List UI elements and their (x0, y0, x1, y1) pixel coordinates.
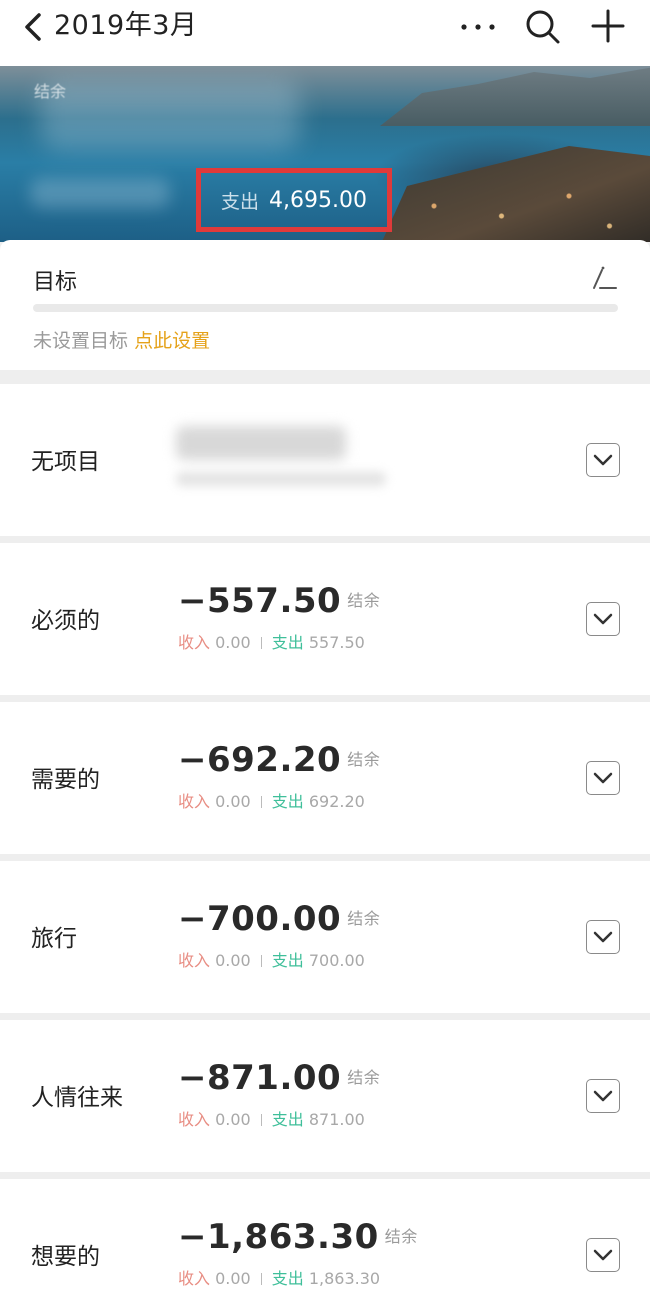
expand-button[interactable] (586, 443, 620, 477)
project-amount: −871.00 结余 (178, 1058, 381, 1098)
divider (260, 1114, 262, 1126)
expense-label: 支出 (271, 1110, 304, 1129)
search-icon (526, 10, 560, 44)
banner-mountain-decoration (380, 66, 650, 126)
top-bar: 2019年3月 (0, 0, 650, 66)
add-button[interactable] (590, 8, 626, 44)
project-row[interactable]: 旅行 −700.00 结余 收入 0.00 支出 700.00 (0, 861, 650, 1013)
project-name: 想要的 (31, 1244, 100, 1270)
expense-value: 871.00 (308, 1110, 365, 1129)
divider (260, 955, 262, 967)
expense-value: 1,863.30 (308, 1269, 381, 1288)
chevron-down-icon (593, 454, 613, 466)
project-name: 无项目 (31, 449, 100, 475)
expense-label: 支出 (271, 1269, 304, 1288)
expand-button[interactable] (586, 761, 620, 795)
balance-label: 结余 (347, 750, 381, 769)
expense-value: 700.00 (308, 951, 365, 970)
project-subtotals: 收入 0.00 支出 1,863.30 (178, 1265, 380, 1289)
expand-button[interactable] (586, 920, 620, 954)
income-label: 收入 (178, 1110, 211, 1129)
page-title: 2019年3月 (54, 10, 198, 41)
project-row[interactable]: 必须的 −557.50 结余 收入 0.00 支出 557.50 (0, 543, 650, 695)
expense-label: 支出 (271, 792, 304, 811)
project-name: 人情往来 (31, 1085, 123, 1111)
income-value: 0.00 (215, 951, 251, 970)
expense-summary-label: 支出 (221, 190, 260, 213)
income-label: 收入 (178, 951, 211, 970)
search-button[interactable] (524, 8, 562, 46)
income-value: 0.00 (215, 1269, 251, 1288)
income-label: 收入 (178, 792, 211, 811)
project-name: 必须的 (31, 608, 100, 634)
expense-summary-value: 4,695.00 (269, 187, 367, 213)
income-label: 收入 (178, 633, 211, 652)
back-button[interactable] (18, 10, 48, 44)
balance-label: 结余 (34, 82, 67, 101)
divider (260, 1273, 262, 1285)
project-subtotals: 收入 0.00 支出 871.00 (178, 1106, 365, 1130)
project-amount: −700.00 结余 (178, 899, 381, 939)
income-value: 0.00 (215, 792, 251, 811)
chevron-left-icon (25, 13, 41, 41)
goal-progress-bar (33, 304, 618, 312)
expand-button[interactable] (586, 1238, 620, 1272)
project-row[interactable]: 人情往来 −871.00 结余 收入 0.00 支出 871.00 (0, 1020, 650, 1172)
expense-summary-highlight: 支出 4,695.00 (196, 168, 392, 232)
project-amount: −557.50 结余 (178, 581, 381, 621)
divider (260, 796, 262, 808)
project-row[interactable]: 需要的 −692.20 结余 收入 0.00 支出 692.20 (0, 702, 650, 854)
summary-banner: 结余 支出 4,695.00 (0, 66, 650, 242)
goal-hint: 未设置目标 点此设置 (33, 326, 210, 353)
chevron-down-icon (593, 931, 613, 943)
chevron-down-icon (593, 1090, 613, 1102)
project-name: 需要的 (31, 767, 100, 793)
project-subtotals: 收入 0.00 支出 557.50 (178, 629, 365, 653)
project-row[interactable]: 想要的 −1,863.30 结余 收入 0.00 支出 1,863.30 (0, 1179, 650, 1301)
income-label: 收入 (178, 1269, 211, 1288)
plus-icon (591, 9, 625, 43)
goal-hint-text: 未设置目标 (33, 330, 129, 352)
project-amount: −692.20 结余 (178, 740, 381, 780)
expand-button[interactable] (586, 602, 620, 636)
goal-title: 目标 (33, 270, 78, 295)
obscured-amount (176, 426, 346, 460)
project-subtotals: 收入 0.00 支出 692.20 (178, 788, 365, 812)
set-goal-link[interactable]: 点此设置 (134, 330, 210, 352)
project-row[interactable]: 无项目 (0, 384, 650, 536)
more-icon (461, 24, 495, 30)
banner-town-decoration (380, 146, 650, 242)
balance-label: 结余 (347, 591, 381, 610)
income-value: 0.00 (215, 1110, 251, 1129)
project-name: 旅行 (31, 926, 77, 952)
balance-label: 结余 (347, 1068, 381, 1087)
balance-label: 结余 (384, 1227, 418, 1246)
edit-pen-icon (593, 266, 617, 289)
expense-value: 692.20 (308, 792, 365, 811)
obscured-balance (40, 80, 300, 150)
divider (260, 637, 262, 649)
chevron-down-icon (593, 772, 613, 784)
income-value: 0.00 (215, 633, 251, 652)
balance-label: 结余 (347, 909, 381, 928)
chevron-down-icon (593, 613, 613, 625)
project-amount: −1,863.30 结余 (178, 1217, 418, 1257)
more-button[interactable] (456, 10, 500, 44)
expense-label: 支出 (271, 633, 304, 652)
goal-card: 目标 未设置目标 点此设置 (0, 240, 650, 370)
edit-goal-button[interactable] (588, 264, 618, 294)
chevron-down-icon (593, 1249, 613, 1261)
expand-button[interactable] (586, 1079, 620, 1113)
project-subtotals: 收入 0.00 支出 700.00 (178, 947, 365, 971)
obscured-income (30, 178, 170, 208)
obscured-subtotals (176, 472, 386, 486)
expense-label: 支出 (271, 951, 304, 970)
expense-value: 557.50 (308, 633, 365, 652)
